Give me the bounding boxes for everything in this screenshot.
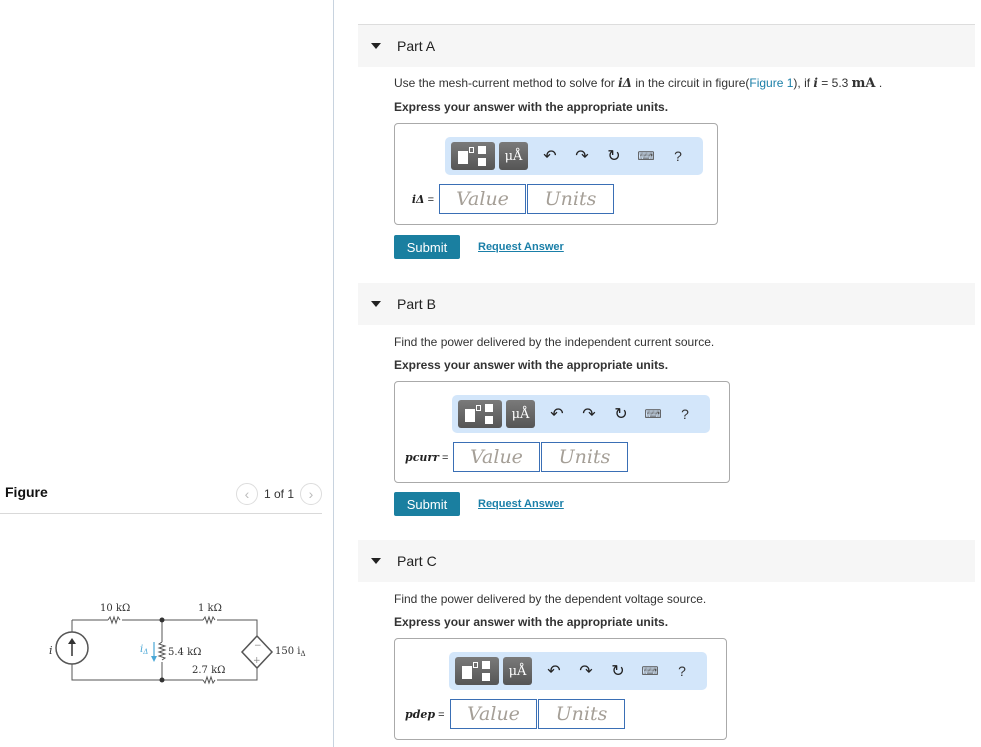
undo-icon[interactable]: ↶	[541, 404, 573, 424]
value-input[interactable]: Value	[439, 184, 526, 214]
redo-icon[interactable]: ↷	[566, 146, 598, 166]
templates-button[interactable]	[455, 657, 499, 685]
part-b-title: Part B	[397, 296, 436, 312]
units-input[interactable]: Units	[538, 699, 625, 729]
part-c-title: Part C	[397, 553, 437, 569]
math-toolbar: μÅ ↶ ↷ ↻ ⌨ ?	[445, 137, 703, 175]
label-2-7k: 2.7 kΩ	[192, 665, 225, 676]
help-icon[interactable]: ?	[662, 148, 694, 164]
help-icon[interactable]: ?	[669, 406, 701, 422]
value-input[interactable]: Value	[450, 699, 537, 729]
resistor-10k	[107, 615, 121, 625]
part-a-actions: Submit Request Answer	[394, 235, 564, 259]
node-bottom	[159, 677, 165, 683]
label-1k: 1 kΩ	[198, 603, 222, 614]
reset-icon[interactable]: ↻	[605, 404, 637, 424]
units-input[interactable]: Units	[527, 184, 614, 214]
templates-button[interactable]	[451, 142, 495, 170]
units-button[interactable]: μÅ	[499, 142, 528, 170]
caret-down-icon	[371, 558, 381, 564]
figure-page-indicator: 1 of 1	[263, 487, 294, 501]
answer-label: iΔ =	[411, 193, 434, 206]
reset-icon[interactable]: ↻	[598, 146, 630, 166]
label-minus: −	[254, 641, 262, 651]
chevron-left-icon: ‹	[244, 486, 250, 502]
keyboard-icon[interactable]: ⌨	[630, 149, 662, 163]
math-toolbar: μÅ ↶ ↷ ↻ ⌨ ?	[452, 395, 710, 433]
resistor-2-7k	[202, 675, 216, 685]
part-b-header[interactable]: Part B	[358, 283, 975, 325]
part-a-header[interactable]: Part A	[358, 25, 975, 67]
undo-icon[interactable]: ↶	[534, 146, 566, 166]
redo-icon[interactable]: ↷	[573, 404, 605, 424]
label-dep-source: 150 iΔ	[275, 646, 306, 658]
label-source-i: i	[49, 644, 53, 657]
undo-icon[interactable]: ↶	[538, 661, 570, 681]
figure-pager: ‹ 1 of 1 ›	[235, 483, 322, 505]
circuit-diagram: 10 kΩ 1 kΩ 5.4 kΩ 2.7 kΩ i 150 iΔ iΔ − +	[49, 603, 306, 685]
resistor-1k	[202, 615, 216, 625]
part-c-prompt: Find the power delivered by the dependen…	[394, 592, 707, 606]
problem-pane: Part A Use the mesh-current method to so…	[358, 0, 975, 747]
label-5-4k: 5.4 kΩ	[168, 647, 201, 658]
request-answer-link[interactable]: Request Answer	[478, 241, 564, 253]
part-a-instructions: Express your answer with the appropriate…	[394, 100, 669, 114]
part-c-header[interactable]: Part C	[358, 540, 975, 582]
keyboard-icon[interactable]: ⌨	[634, 664, 666, 678]
units-input[interactable]: Units	[541, 442, 628, 472]
resistor-5-4k	[157, 641, 167, 661]
prev-figure-button[interactable]: ‹	[235, 483, 258, 505]
submit-button[interactable]: Submit	[394, 492, 460, 516]
wire-top-right	[217, 619, 258, 636]
figure-link[interactable]: Figure 1	[749, 76, 793, 90]
caret-down-icon	[371, 43, 381, 49]
request-answer-link[interactable]: Request Answer	[478, 498, 564, 510]
part-c-answer-box: μÅ ↶ ↷ ↻ ⌨ ? pdep = Value Units	[394, 638, 727, 740]
part-b-prompt: Find the power delivered by the independ…	[394, 335, 715, 349]
redo-icon[interactable]: ↷	[570, 661, 602, 681]
part-a-title: Part A	[397, 38, 436, 54]
answer-label: pcurr =	[405, 451, 449, 464]
value-input[interactable]: Value	[453, 442, 540, 472]
node-top	[159, 617, 165, 623]
part-a-prompt: Use the mesh-current method to solve for…	[394, 76, 883, 91]
caret-down-icon	[371, 301, 381, 307]
label-10k: 10 kΩ	[100, 603, 130, 614]
figure-pane: Figure ‹ 1 of 1 › 10 kΩ 1 kΩ 5.4 kΩ 2.7 …	[0, 0, 334, 747]
reset-icon[interactable]: ↻	[602, 661, 634, 681]
math-toolbar: μÅ ↶ ↷ ↻ ⌨ ?	[449, 652, 707, 690]
part-a-answer-box: μÅ ↶ ↷ ↻ ⌨ ? iΔ = Value Units	[394, 123, 718, 225]
next-figure-button[interactable]: ›	[300, 483, 322, 505]
figure-title: Figure	[5, 484, 48, 500]
part-b-instructions: Express your answer with the appropriate…	[394, 358, 669, 372]
units-button[interactable]: μÅ	[503, 657, 532, 685]
help-icon[interactable]: ?	[666, 663, 698, 679]
part-c-instructions: Express your answer with the appropriate…	[394, 615, 669, 629]
answer-label: pdep =	[405, 708, 445, 721]
part-b-answer-box: μÅ ↶ ↷ ↻ ⌨ ? pcurr = Value Units	[394, 381, 730, 483]
label-plus: +	[253, 656, 261, 666]
templates-button[interactable]	[458, 400, 502, 428]
units-button[interactable]: μÅ	[506, 400, 535, 428]
submit-button[interactable]: Submit	[394, 235, 460, 259]
part-b-actions: Submit Request Answer	[394, 492, 564, 516]
label-i-delta: iΔ	[140, 644, 148, 656]
keyboard-icon[interactable]: ⌨	[637, 407, 669, 421]
figure-header: Figure ‹ 1 of 1 ›	[0, 480, 322, 514]
chevron-right-icon: ›	[308, 486, 314, 502]
